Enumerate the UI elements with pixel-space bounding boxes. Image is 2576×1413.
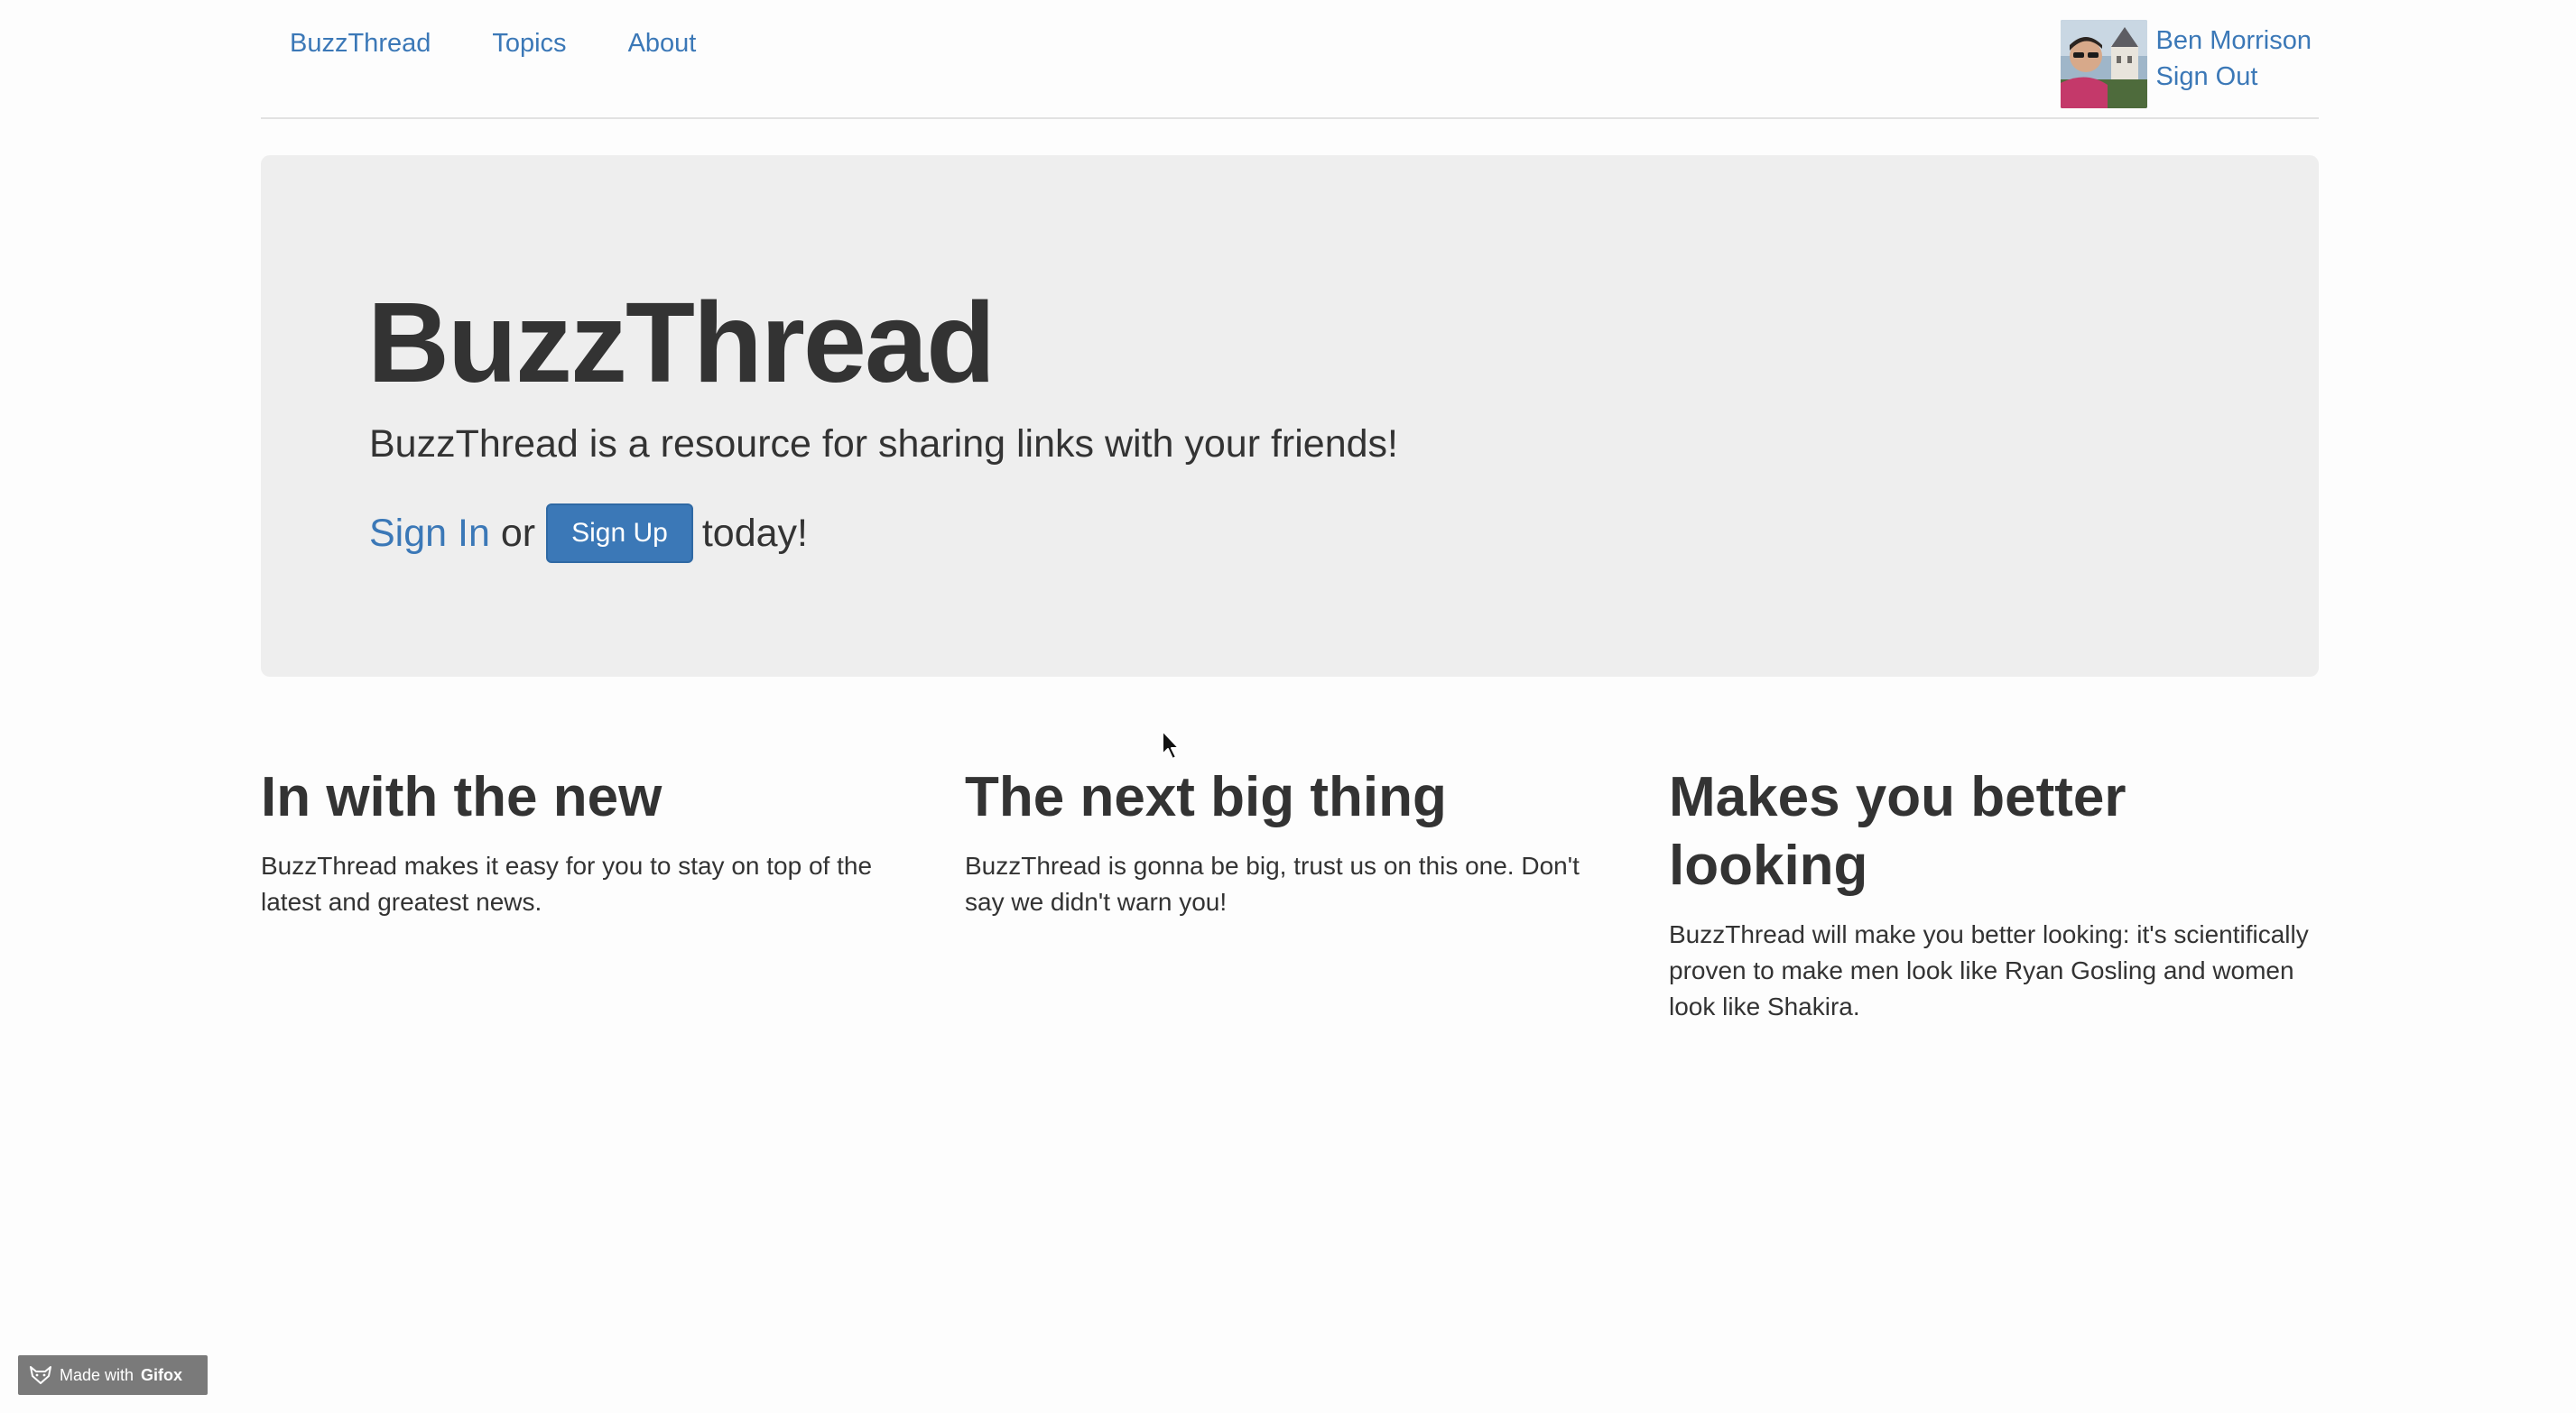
feature-column: Makes you better looking BuzzThread will… (1669, 763, 2319, 1025)
gifox-fox-icon (30, 1366, 51, 1384)
user-menu: Ben Morrison Sign Out (2060, 20, 2312, 108)
badge-brand: Gifox (141, 1365, 183, 1384)
sign-up-button[interactable]: Sign Up (546, 503, 693, 563)
top-navbar: BuzzThread Topics About Ben Morrison Sig… (261, 0, 2319, 119)
nav-link-topics[interactable]: Topics (492, 27, 566, 60)
feature-heading: In with the new (261, 766, 663, 828)
feature-column: The next big thing BuzzThread is gonna b… (965, 763, 1615, 1025)
badge-made-with: Made with (60, 1365, 134, 1384)
user-links: Ben Morrison Sign Out (2156, 20, 2312, 94)
mouse-pointer-icon (1162, 730, 1180, 760)
hero-title: BuzzThread (367, 279, 996, 406)
hero-jumbotron: BuzzThread BuzzThread is a resource for … (261, 155, 2319, 677)
sign-out-link[interactable]: Sign Out (2156, 60, 2312, 94)
nav-link-buzzthread[interactable]: BuzzThread (290, 27, 431, 60)
feature-body: BuzzThread is gonna be big, trust us on … (965, 852, 1580, 916)
cta-today-text: today! (701, 512, 808, 555)
cta-or-text: or (500, 512, 536, 555)
user-name-link[interactable]: Ben Morrison (2156, 23, 2312, 58)
hero-lead: BuzzThread is a resource for sharing lin… (369, 422, 1398, 466)
sign-in-link[interactable]: Sign In (369, 508, 490, 559)
feature-body: BuzzThread makes it easy for you to stay… (261, 852, 873, 916)
page: BuzzThread Topics About Ben Morrison Sig… (0, 0, 2576, 1413)
feature-heading: Makes you better looking (1669, 766, 2127, 897)
feature-body: BuzzThread will make you better looking:… (1669, 920, 2309, 1020)
hero-cta: Sign In or Sign Up today! (369, 503, 808, 563)
gifox-badge: Made with Gifox (18, 1355, 208, 1395)
feature-column: In with the new BuzzThread makes it easy… (261, 763, 911, 1025)
feature-heading: The next big thing (965, 766, 1447, 828)
feature-columns: In with the new BuzzThread makes it easy… (261, 763, 2319, 1025)
nav-link-about[interactable]: About (628, 27, 697, 60)
avatar[interactable] (2060, 20, 2147, 108)
nav-links: BuzzThread Topics About (290, 27, 696, 60)
